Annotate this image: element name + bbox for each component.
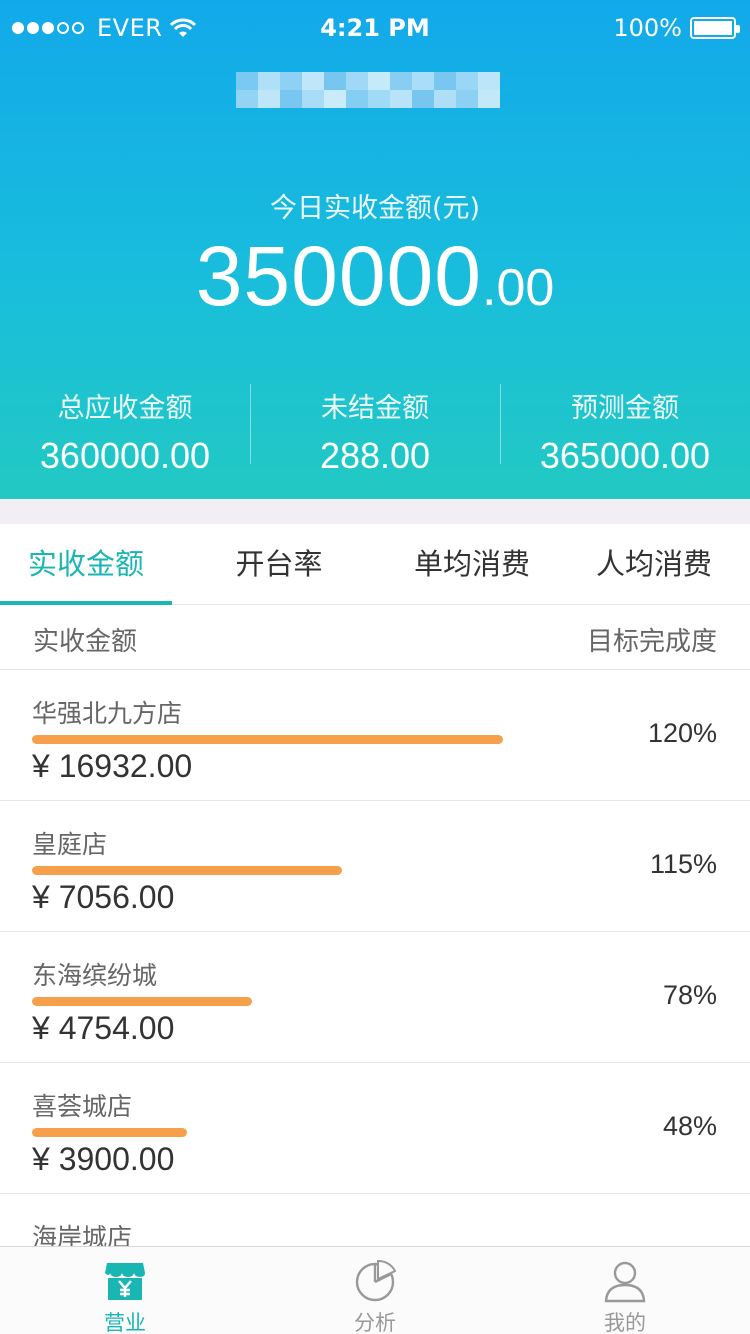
section-divider — [0, 499, 750, 524]
pie-chart-icon — [355, 1260, 397, 1302]
progress-bar — [32, 866, 342, 875]
tab-avg-per-person[interactable]: 人均消费 — [558, 524, 750, 604]
store-row[interactable]: 海岸城店 — [0, 1194, 750, 1246]
tabbar-label: 分析 — [354, 1311, 396, 1334]
store-completion: 115% — [649, 849, 717, 879]
stat-total-receivable[interactable]: 总应收金额 360000.00 — [0, 380, 250, 476]
store-row[interactable]: 皇庭店 ¥ 7056.00 115% — [0, 801, 750, 932]
battery-percent: 100% — [613, 14, 682, 42]
store-row[interactable]: 喜荟城店 ¥ 3900.00 48% — [0, 1063, 750, 1194]
today-amount: 350000.00 — [0, 228, 750, 325]
tabbar-label: 我的 — [604, 1311, 646, 1334]
stat-value: 360000.00 — [39, 435, 211, 476]
store-name: 喜荟城店 — [32, 1092, 133, 1121]
status-right: 100% — [613, 14, 740, 42]
stat-value: 365000.00 — [539, 435, 711, 476]
tab-table-rate[interactable]: 开台率 — [172, 524, 386, 604]
store-completion: 120% — [647, 718, 717, 748]
progress-bar — [32, 1128, 187, 1137]
tabbar-item-analysis[interactable]: 分析 — [250, 1247, 500, 1334]
bottom-tab-bar: 营业 分析 我的 — [0, 1246, 750, 1334]
tabbar-item-mine[interactable]: 我的 — [500, 1247, 750, 1334]
stat-label: 总应收金额 — [57, 393, 193, 424]
store-row[interactable]: 东海缤纷城 ¥ 4754.00 78% — [0, 932, 750, 1063]
user-icon — [604, 1261, 646, 1303]
store-name: 海岸城店 — [32, 1223, 133, 1246]
store-icon — [105, 1263, 145, 1300]
today-amount-decimal: .00 — [482, 259, 555, 317]
list-header-left: 实收金额 — [33, 627, 138, 657]
store-amount: ¥ 7056.00 — [32, 879, 175, 915]
stat-label: 未结金额 — [321, 393, 429, 424]
store-amount: ¥ 16932.00 — [32, 748, 193, 784]
today-amount-integer: 350000 — [195, 229, 482, 323]
stat-value: 288.00 — [319, 435, 431, 476]
store-completion: 78% — [662, 980, 717, 1010]
summary-stats: 总应收金额 360000.00 未结金额 288.00 预测金额 365000.… — [0, 380, 750, 476]
header: EVER 4:21 PM 100% 今日实收金额(元) 350000.00 总应… — [0, 0, 750, 499]
store-name: 华强北九方店 — [32, 699, 183, 728]
store-completion: 48% — [662, 1111, 717, 1141]
stat-forecast[interactable]: 预测金额 365000.00 — [500, 380, 750, 476]
tab-actual-revenue[interactable]: 实收金额 — [0, 524, 172, 605]
tabbar-label: 营业 — [104, 1311, 146, 1334]
store-name: 东海缤纷城 — [32, 961, 158, 990]
store-row[interactable]: 华强北九方店 ¥ 16932.00 120% — [0, 670, 750, 801]
store-amount: ¥ 3900.00 — [32, 1141, 175, 1177]
stat-label: 预测金额 — [571, 393, 679, 424]
store-amount: ¥ 4754.00 — [32, 1010, 175, 1046]
tabbar-item-business[interactable]: 营业 — [0, 1247, 250, 1334]
progress-bar — [32, 997, 252, 1006]
screen: EVER 4:21 PM 100% 今日实收金额(元) 350000.00 总应… — [0, 0, 750, 1334]
stat-unsettled[interactable]: 未结金额 288.00 — [250, 380, 500, 476]
metric-tabs: 实收金额 开台率 单均消费 人均消费 — [0, 524, 750, 605]
list-header-right: 目标完成度 — [586, 627, 717, 657]
store-list: 华强北九方店 ¥ 16932.00 120% 皇庭店 ¥ 7056.00 115… — [0, 670, 750, 1246]
progress-bar — [32, 735, 503, 744]
status-bar: EVER 4:21 PM 100% — [0, 0, 750, 56]
tab-avg-per-order[interactable]: 单均消费 — [386, 524, 558, 604]
store-name: 皇庭店 — [32, 830, 108, 859]
today-amount-label: 今日实收金额(元) — [269, 193, 481, 224]
blurred-title — [236, 72, 504, 108]
battery-icon — [690, 17, 740, 39]
list-header: 实收金额 目标完成度 — [0, 605, 750, 670]
